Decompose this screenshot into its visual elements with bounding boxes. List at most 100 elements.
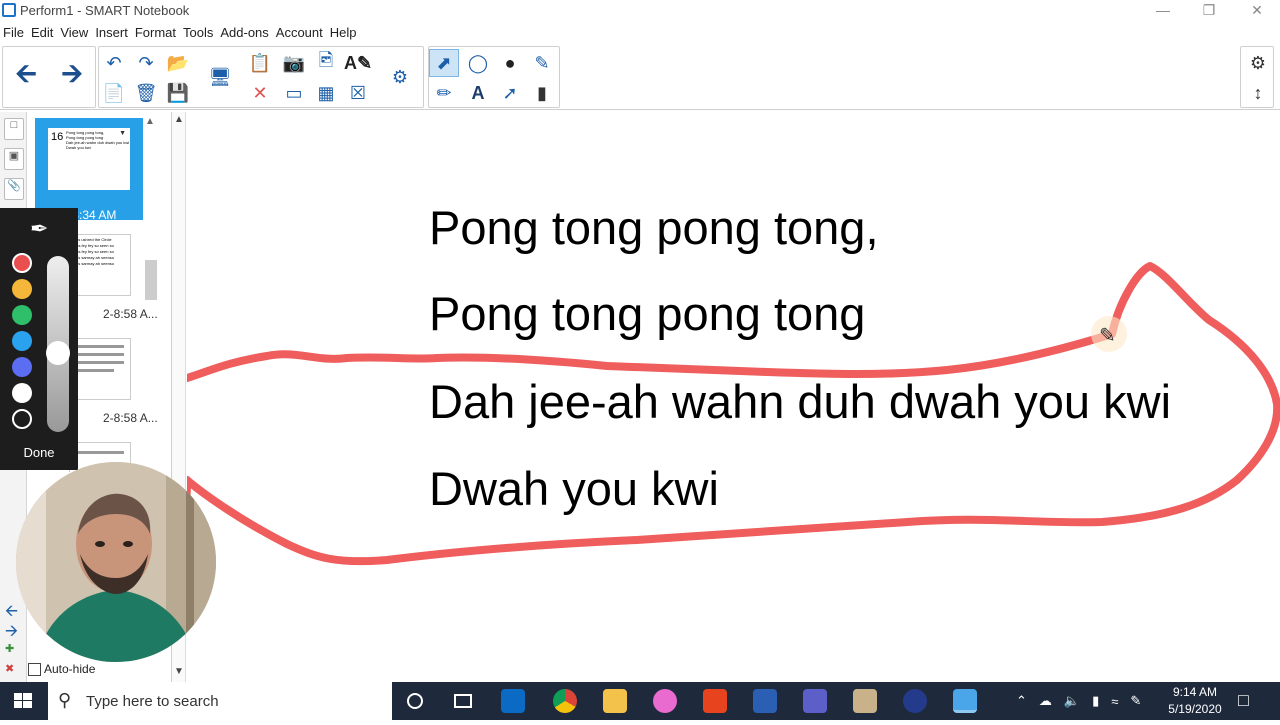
attachments-tab-icon[interactable]: 📎 — [4, 178, 24, 200]
red-ink-stroke — [187, 330, 1116, 382]
shapes-tool-icon[interactable]: ◯ — [463, 49, 493, 77]
pen-style-icon[interactable]: ✒ — [30, 216, 48, 242]
fill-tool-icon[interactable]: ● — [495, 49, 525, 77]
wifi-icon[interactable]: ≈ — [1111, 694, 1118, 709]
eraser-tool-icon[interactable]: ▮ — [527, 79, 557, 107]
color-swatch-white[interactable] — [12, 383, 32, 403]
auto-hide-checkbox[interactable] — [28, 663, 41, 677]
table-icon[interactable]: ▦ — [311, 79, 341, 107]
smart-notebook-icon — [2, 3, 16, 17]
screen-capture-icon[interactable]: 📷 — [279, 49, 309, 77]
scroll-down-icon[interactable]: ▼ — [174, 666, 184, 677]
title-bar: Perform1 - SMART Notebook — ❐ ✕ — [0, 0, 1280, 22]
spell-check-icon[interactable]: A✎ — [343, 49, 373, 77]
pen-thickness-knob[interactable] — [46, 341, 70, 365]
menu-addons[interactable]: Add-ons — [217, 22, 272, 40]
taskbar-search-box[interactable]: ⚲ Type here to search — [48, 682, 392, 720]
file-explorer-icon[interactable] — [590, 682, 640, 720]
color-swatch-red[interactable] — [12, 253, 32, 273]
page-sorter-tab-icon[interactable]: □ — [4, 118, 24, 140]
outlook-icon[interactable] — [488, 682, 538, 720]
delete-icon[interactable]: ✕ — [245, 79, 275, 107]
menu-format[interactable]: Format — [132, 22, 180, 40]
menu-insert[interactable]: Insert — [92, 22, 132, 40]
app-icon[interactable] — [890, 682, 940, 720]
save-icon[interactable]: 💾 — [163, 79, 193, 107]
menu-help[interactable]: Help — [327, 22, 361, 40]
delete-page-small-icon[interactable]: ✖ — [5, 662, 14, 675]
done-button[interactable]: Done — [0, 442, 78, 464]
move-toolbar-icon[interactable]: ↕ — [1243, 79, 1273, 107]
add-page-icon[interactable]: 📄 — [99, 79, 129, 107]
settings-gear-icon[interactable]: ⚙ — [1243, 49, 1273, 77]
taskbar-clock[interactable]: 9:14 AM 5/19/2020 — [1160, 684, 1230, 718]
window-title: Perform1 - SMART Notebook — [20, 3, 190, 18]
navigation-group: 🡨 🡪 — [2, 46, 96, 108]
scroll-up-icon[interactable]: ▲ — [145, 116, 155, 127]
auto-hide-label: Auto-hide — [44, 662, 96, 676]
notifications-icon[interactable]: □ — [1238, 690, 1249, 711]
pen-cursor-icon: ✎ — [1099, 325, 1116, 347]
volume-icon[interactable]: 🔈 — [1064, 693, 1080, 709]
clock-date: 5/19/2020 — [1168, 702, 1222, 716]
restore-button[interactable]: ❐ — [1186, 0, 1232, 22]
sorter-scroll-thumb[interactable] — [145, 260, 157, 300]
redo-icon[interactable]: ↷ — [131, 49, 161, 77]
chrome-icon[interactable] — [540, 682, 590, 720]
text-tool-icon[interactable]: A — [463, 79, 493, 107]
color-swatch-black[interactable] — [12, 409, 32, 429]
task-view-icon[interactable] — [438, 682, 488, 720]
pens-tool-icon[interactable]: ✏ — [429, 79, 459, 107]
select-tool-icon[interactable]: ⬈ — [429, 49, 459, 77]
previous-page-button[interactable]: 🡨 — [11, 58, 41, 91]
thumbnail-menu-chevron-icon[interactable]: ▼ — [119, 130, 126, 137]
color-swatch-orange[interactable] — [12, 279, 32, 299]
open-file-icon[interactable]: 📂 — [163, 49, 193, 77]
color-swatch-purple[interactable] — [12, 357, 32, 377]
clear-ink-icon[interactable]: ☒ — [343, 79, 373, 107]
full-screen-icon[interactable]: ▭ — [279, 79, 309, 107]
onedrive-icon[interactable]: ☁ — [1039, 693, 1052, 709]
add-ons-icon[interactable]: ⚙ — [385, 63, 415, 91]
scroll-up-icon[interactable]: ▲ — [174, 114, 184, 125]
page-thumbnail[interactable] — [69, 338, 131, 400]
teams-icon[interactable] — [790, 682, 840, 720]
itunes-icon[interactable] — [640, 682, 690, 720]
search-placeholder: Type here to search — [86, 693, 219, 710]
thumb-line: sos sarmay ah seenso — [74, 261, 115, 266]
tablet-app-icon[interactable] — [840, 682, 890, 720]
undo-icon[interactable]: ↶ — [99, 49, 129, 77]
paste-icon[interactable]: 📋 — [245, 49, 275, 77]
menu-tools[interactable]: Tools — [180, 22, 217, 40]
delete-page-icon[interactable]: 🗑 — [131, 79, 161, 107]
line-tool-icon[interactable]: ➚ — [495, 79, 525, 107]
menu-edit[interactable]: Edit — [28, 22, 57, 40]
magic-pen-icon[interactable]: ✎ — [527, 49, 557, 77]
close-button[interactable]: ✕ — [1234, 0, 1280, 22]
color-swatch-blue[interactable] — [12, 331, 32, 351]
smart-notebook-taskbar-icon[interactable] — [940, 682, 990, 720]
page-thumbnail-selected[interactable]: 16 Pong tong pong tong, Pong tong pong t… — [35, 118, 143, 222]
page-thumbnail[interactable]: Tos ushred the Circle nos fey fey so see… — [69, 234, 131, 296]
search-icon: ⚲ — [58, 690, 72, 710]
whiteboard-canvas[interactable]: Pong tong pong tong, Pong tong pong tong… — [187, 112, 1280, 682]
screen-shade-icon[interactable]: 🖥 — [205, 63, 235, 91]
next-page-button[interactable]: 🡪 — [57, 58, 87, 91]
add-page-small-icon[interactable]: ✚ — [5, 642, 14, 655]
word-icon[interactable] — [740, 682, 790, 720]
document-camera-icon[interactable]: 🖻 — [311, 49, 341, 77]
color-swatch-green[interactable] — [12, 305, 32, 325]
menu-bar: File Edit View Insert Format Tools Add-ons Acco… — [0, 22, 1280, 42]
menu-account[interactable]: Account — [273, 22, 327, 40]
show-hidden-icons-icon[interactable]: ⌃ — [1016, 693, 1027, 709]
menu-file[interactable]: File — [0, 22, 28, 40]
gallery-tab-icon[interactable]: ▣ — [4, 148, 24, 170]
minimize-button[interactable]: — — [1140, 0, 1186, 22]
cortana-icon[interactable] — [390, 682, 440, 720]
battery-icon[interactable]: ▮ — [1092, 693, 1099, 709]
menu-view[interactable]: View — [57, 22, 92, 40]
pen-workspace-icon[interactable]: ✎ — [1130, 693, 1141, 709]
start-button[interactable] — [0, 682, 46, 720]
auto-hide-toggle[interactable]: Auto-hide — [28, 662, 96, 677]
office-icon[interactable] — [690, 682, 740, 720]
